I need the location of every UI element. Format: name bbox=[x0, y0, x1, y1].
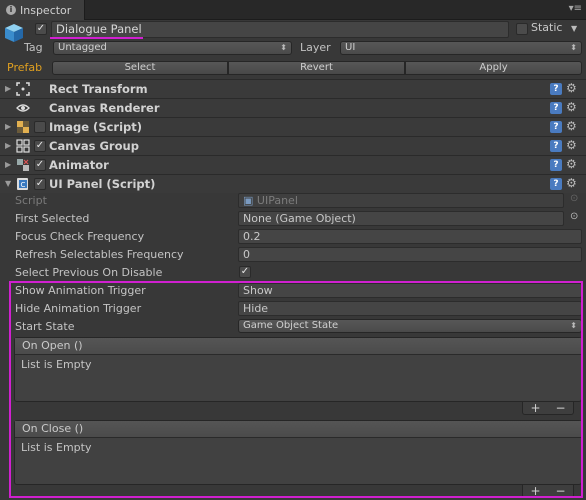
start-state-dropdown[interactable]: Game Object State ⬍ bbox=[238, 319, 582, 333]
help-icon[interactable]: ? bbox=[550, 140, 562, 152]
gear-icon[interactable]: ⚙ bbox=[566, 81, 577, 95]
gear-icon[interactable]: ⚙ bbox=[566, 138, 577, 152]
select-previous-label: Select Previous On Disable bbox=[15, 266, 163, 279]
on-open-header: On Open () bbox=[15, 338, 581, 355]
tag-dropdown[interactable]: Untagged ⬍ bbox=[53, 41, 292, 55]
help-icon[interactable]: ? bbox=[550, 159, 562, 171]
updown-arrow-icon: ⬍ bbox=[570, 43, 577, 52]
window-menu-icon[interactable]: ▾≡ bbox=[569, 3, 582, 14]
foldout-arrow-icon[interactable]: ▶ bbox=[5, 141, 11, 150]
tab-inspector[interactable]: i Inspector bbox=[0, 0, 85, 20]
add-icon[interactable]: + bbox=[530, 402, 540, 414]
layer-label: Layer bbox=[300, 41, 331, 54]
on-open-empty-text: List is Empty bbox=[21, 358, 92, 371]
component-enabled-checkbox[interactable]: ✓ bbox=[34, 159, 46, 171]
rect-transform-icon bbox=[16, 82, 30, 96]
on-close-header: On Close () bbox=[15, 421, 581, 438]
component-name: Canvas Renderer bbox=[49, 101, 160, 115]
help-icon[interactable]: ? bbox=[550, 102, 562, 114]
object-picker-icon: ⊙ bbox=[570, 193, 579, 204]
static-label: Static bbox=[531, 21, 563, 34]
animator-icon bbox=[17, 159, 29, 171]
foldout-arrow-icon[interactable]: ▶ bbox=[5, 84, 11, 93]
first-selected-label: First Selected bbox=[15, 212, 90, 225]
tag-value: Untagged bbox=[58, 42, 107, 53]
object-picker-icon[interactable]: ⊙ bbox=[570, 211, 578, 222]
component-canvas-group[interactable]: ▶ ✓ Canvas Group ? ⚙ bbox=[0, 136, 586, 155]
hide-trigger-label: Hide Animation Trigger bbox=[15, 302, 142, 315]
remove-icon[interactable]: − bbox=[555, 402, 565, 414]
prefab-apply-button[interactable]: Apply bbox=[405, 61, 582, 75]
layer-value: UI bbox=[345, 42, 356, 53]
component-animator[interactable]: ▶ ✓ Animator ? ⚙ bbox=[0, 155, 586, 174]
static-dropdown-icon[interactable]: ▼ bbox=[571, 24, 577, 33]
on-close-footer: + − bbox=[522, 485, 574, 498]
component-name: Canvas Group bbox=[49, 139, 139, 153]
component-name: Rect Transform bbox=[49, 82, 148, 96]
foldout-arrow-icon[interactable]: ▶ bbox=[5, 160, 11, 169]
focus-check-label: Focus Check Frequency bbox=[15, 230, 145, 243]
on-open-event: On Open () List is Empty bbox=[14, 337, 582, 402]
script-field: ▣ UIPanel bbox=[238, 193, 564, 208]
gameobject-cube-icon bbox=[3, 22, 25, 44]
svg-text:C: C bbox=[21, 181, 26, 189]
gear-icon[interactable]: ⚙ bbox=[566, 157, 577, 171]
gear-icon[interactable]: ⚙ bbox=[566, 176, 577, 190]
show-trigger-label: Show Animation Trigger bbox=[15, 284, 146, 297]
component-name: Animator bbox=[49, 158, 109, 172]
start-state-label: Start State bbox=[15, 320, 75, 333]
prefab-select-button[interactable]: Select bbox=[52, 61, 228, 75]
static-checkbox[interactable] bbox=[516, 23, 528, 35]
hide-trigger-input[interactable]: Hide bbox=[238, 301, 582, 316]
object-name-input[interactable]: Dialogue Panel bbox=[51, 21, 509, 38]
component-image[interactable]: ▶ Image (Script) ? ⚙ bbox=[0, 117, 586, 136]
help-icon[interactable]: ? bbox=[550, 121, 562, 133]
image-icon bbox=[17, 121, 29, 133]
updown-arrow-icon: ⬍ bbox=[280, 43, 287, 52]
focus-check-input[interactable]: 0.2 bbox=[238, 229, 582, 244]
component-name: UI Panel (Script) bbox=[49, 177, 156, 191]
grid-icon bbox=[16, 139, 30, 153]
refresh-label: Refresh Selectables Frequency bbox=[15, 248, 184, 261]
on-open-footer: + − bbox=[522, 402, 574, 415]
updown-arrow-icon: ⬍ bbox=[570, 321, 577, 330]
show-trigger-input[interactable]: Show bbox=[238, 283, 582, 298]
help-icon[interactable]: ? bbox=[550, 83, 562, 95]
tab-inspector-label: Inspector bbox=[20, 3, 72, 17]
tab-bar: i Inspector ▾≡ bbox=[0, 0, 586, 20]
component-rect-transform[interactable]: ▶ Rect Transform ? ⚙ bbox=[0, 79, 586, 98]
component-enabled-checkbox[interactable] bbox=[34, 121, 46, 133]
gear-icon[interactable]: ⚙ bbox=[566, 100, 577, 114]
refresh-input[interactable]: 0 bbox=[238, 247, 582, 262]
info-icon: i bbox=[6, 5, 16, 15]
component-enabled-checkbox[interactable]: ✓ bbox=[34, 178, 46, 190]
select-previous-checkbox[interactable]: ✓ bbox=[239, 266, 251, 278]
object-active-checkbox[interactable]: ✓ bbox=[35, 23, 47, 35]
layer-dropdown[interactable]: UI ⬍ bbox=[340, 41, 582, 55]
prefab-label: Prefab bbox=[7, 61, 43, 74]
component-canvas-renderer[interactable]: Canvas Renderer ? ⚙ bbox=[0, 98, 586, 117]
help-icon[interactable]: ? bbox=[550, 178, 562, 190]
name-highlight-underline bbox=[50, 37, 143, 39]
component-name: Image (Script) bbox=[49, 120, 143, 134]
start-state-value: Game Object State bbox=[243, 320, 339, 331]
gear-icon[interactable]: ⚙ bbox=[566, 119, 577, 133]
first-selected-field[interactable]: None (Game Object) bbox=[238, 211, 564, 226]
add-icon[interactable]: + bbox=[530, 485, 540, 497]
script-icon: C bbox=[17, 178, 28, 190]
remove-icon[interactable]: − bbox=[555, 485, 565, 497]
script-file-icon: ▣ bbox=[243, 194, 254, 207]
component-ui-panel[interactable]: ▼ C ✓ UI Panel (Script) ? ⚙ bbox=[0, 174, 586, 193]
foldout-arrow-icon[interactable]: ▶ bbox=[5, 122, 11, 131]
prefab-revert-button[interactable]: Revert bbox=[228, 61, 405, 75]
tag-label: Tag bbox=[24, 41, 43, 54]
on-close-empty-text: List is Empty bbox=[21, 441, 92, 454]
on-close-event: On Close () List is Empty bbox=[14, 420, 582, 485]
eye-icon bbox=[16, 104, 30, 112]
foldout-arrow-icon[interactable]: ▼ bbox=[5, 179, 11, 188]
script-label: Script bbox=[15, 194, 47, 207]
script-value: UIPanel bbox=[256, 194, 298, 207]
component-enabled-checkbox[interactable]: ✓ bbox=[34, 140, 46, 152]
